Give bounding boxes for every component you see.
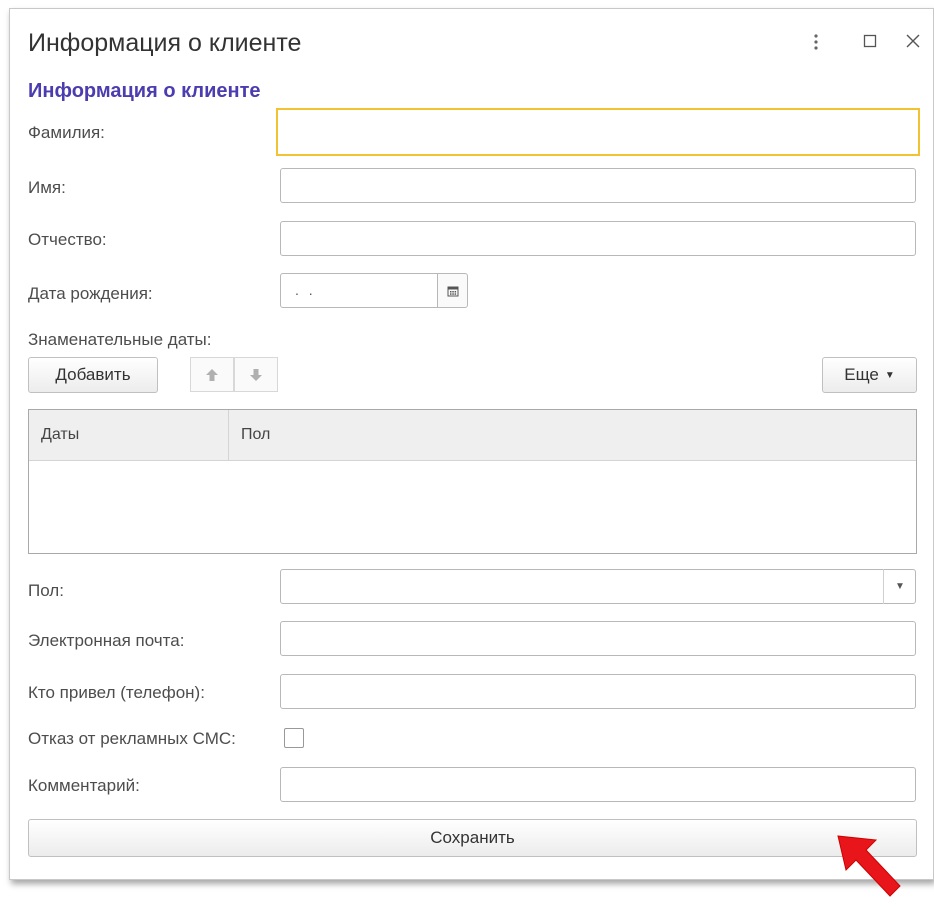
dropdown-caret-icon[interactable]: ▼: [883, 569, 916, 604]
sms-refusal-checkbox[interactable]: [284, 728, 304, 748]
birth-date-label: Дата рождения:: [28, 284, 153, 303]
comment-label: Комментарий:: [28, 776, 140, 795]
surname-label: Фамилия:: [28, 123, 105, 142]
column-header-gender[interactable]: Пол: [241, 426, 270, 444]
sms-refusal-label: Отказ от рекламных СМС:: [28, 729, 236, 748]
close-icon[interactable]: [905, 33, 921, 52]
client-info-window: Информация о клиенте Информация о клиент…: [9, 8, 934, 880]
arrow-up-icon[interactable]: [190, 357, 234, 392]
referrer-phone-label: Кто привел (телефон):: [28, 683, 205, 702]
comment-input[interactable]: [280, 767, 916, 802]
add-button[interactable]: Добавить: [28, 357, 158, 393]
referrer-phone-input[interactable]: [280, 674, 916, 709]
save-button[interactable]: Сохранить: [28, 819, 917, 857]
gender-label: Пол:: [28, 581, 64, 600]
email-label: Электронная почта:: [28, 631, 185, 650]
maximize-icon[interactable]: [863, 33, 877, 51]
patronymic-input[interactable]: [280, 221, 916, 256]
significant-dates-table[interactable]: Даты Пол: [28, 409, 917, 554]
kebab-menu-icon[interactable]: [813, 33, 819, 54]
more-button-label: Еще: [844, 365, 879, 384]
window-title: Информация о клиенте: [28, 29, 302, 57]
surname-input[interactable]: [276, 108, 920, 156]
column-header-dates[interactable]: Даты: [41, 426, 79, 444]
form-header: Информация о клиенте: [28, 80, 261, 102]
arrow-down-icon[interactable]: [234, 357, 278, 392]
dropdown-caret-icon: ▼: [884, 369, 895, 381]
column-divider: [228, 410, 229, 460]
birth-date-input[interactable]: . .: [280, 273, 438, 308]
table-header: Даты Пол: [29, 410, 916, 461]
name-label: Имя:: [28, 178, 66, 197]
red-pointer-arrow: [837, 835, 901, 897]
gender-select[interactable]: [280, 569, 916, 604]
calendar-icon[interactable]: [437, 273, 468, 308]
patronymic-label: Отчество:: [28, 230, 107, 249]
more-button[interactable]: Еще ▼: [822, 357, 917, 393]
name-input[interactable]: [280, 168, 916, 203]
email-input[interactable]: [280, 621, 916, 656]
significant-dates-label: Знаменательные даты:: [28, 330, 212, 349]
